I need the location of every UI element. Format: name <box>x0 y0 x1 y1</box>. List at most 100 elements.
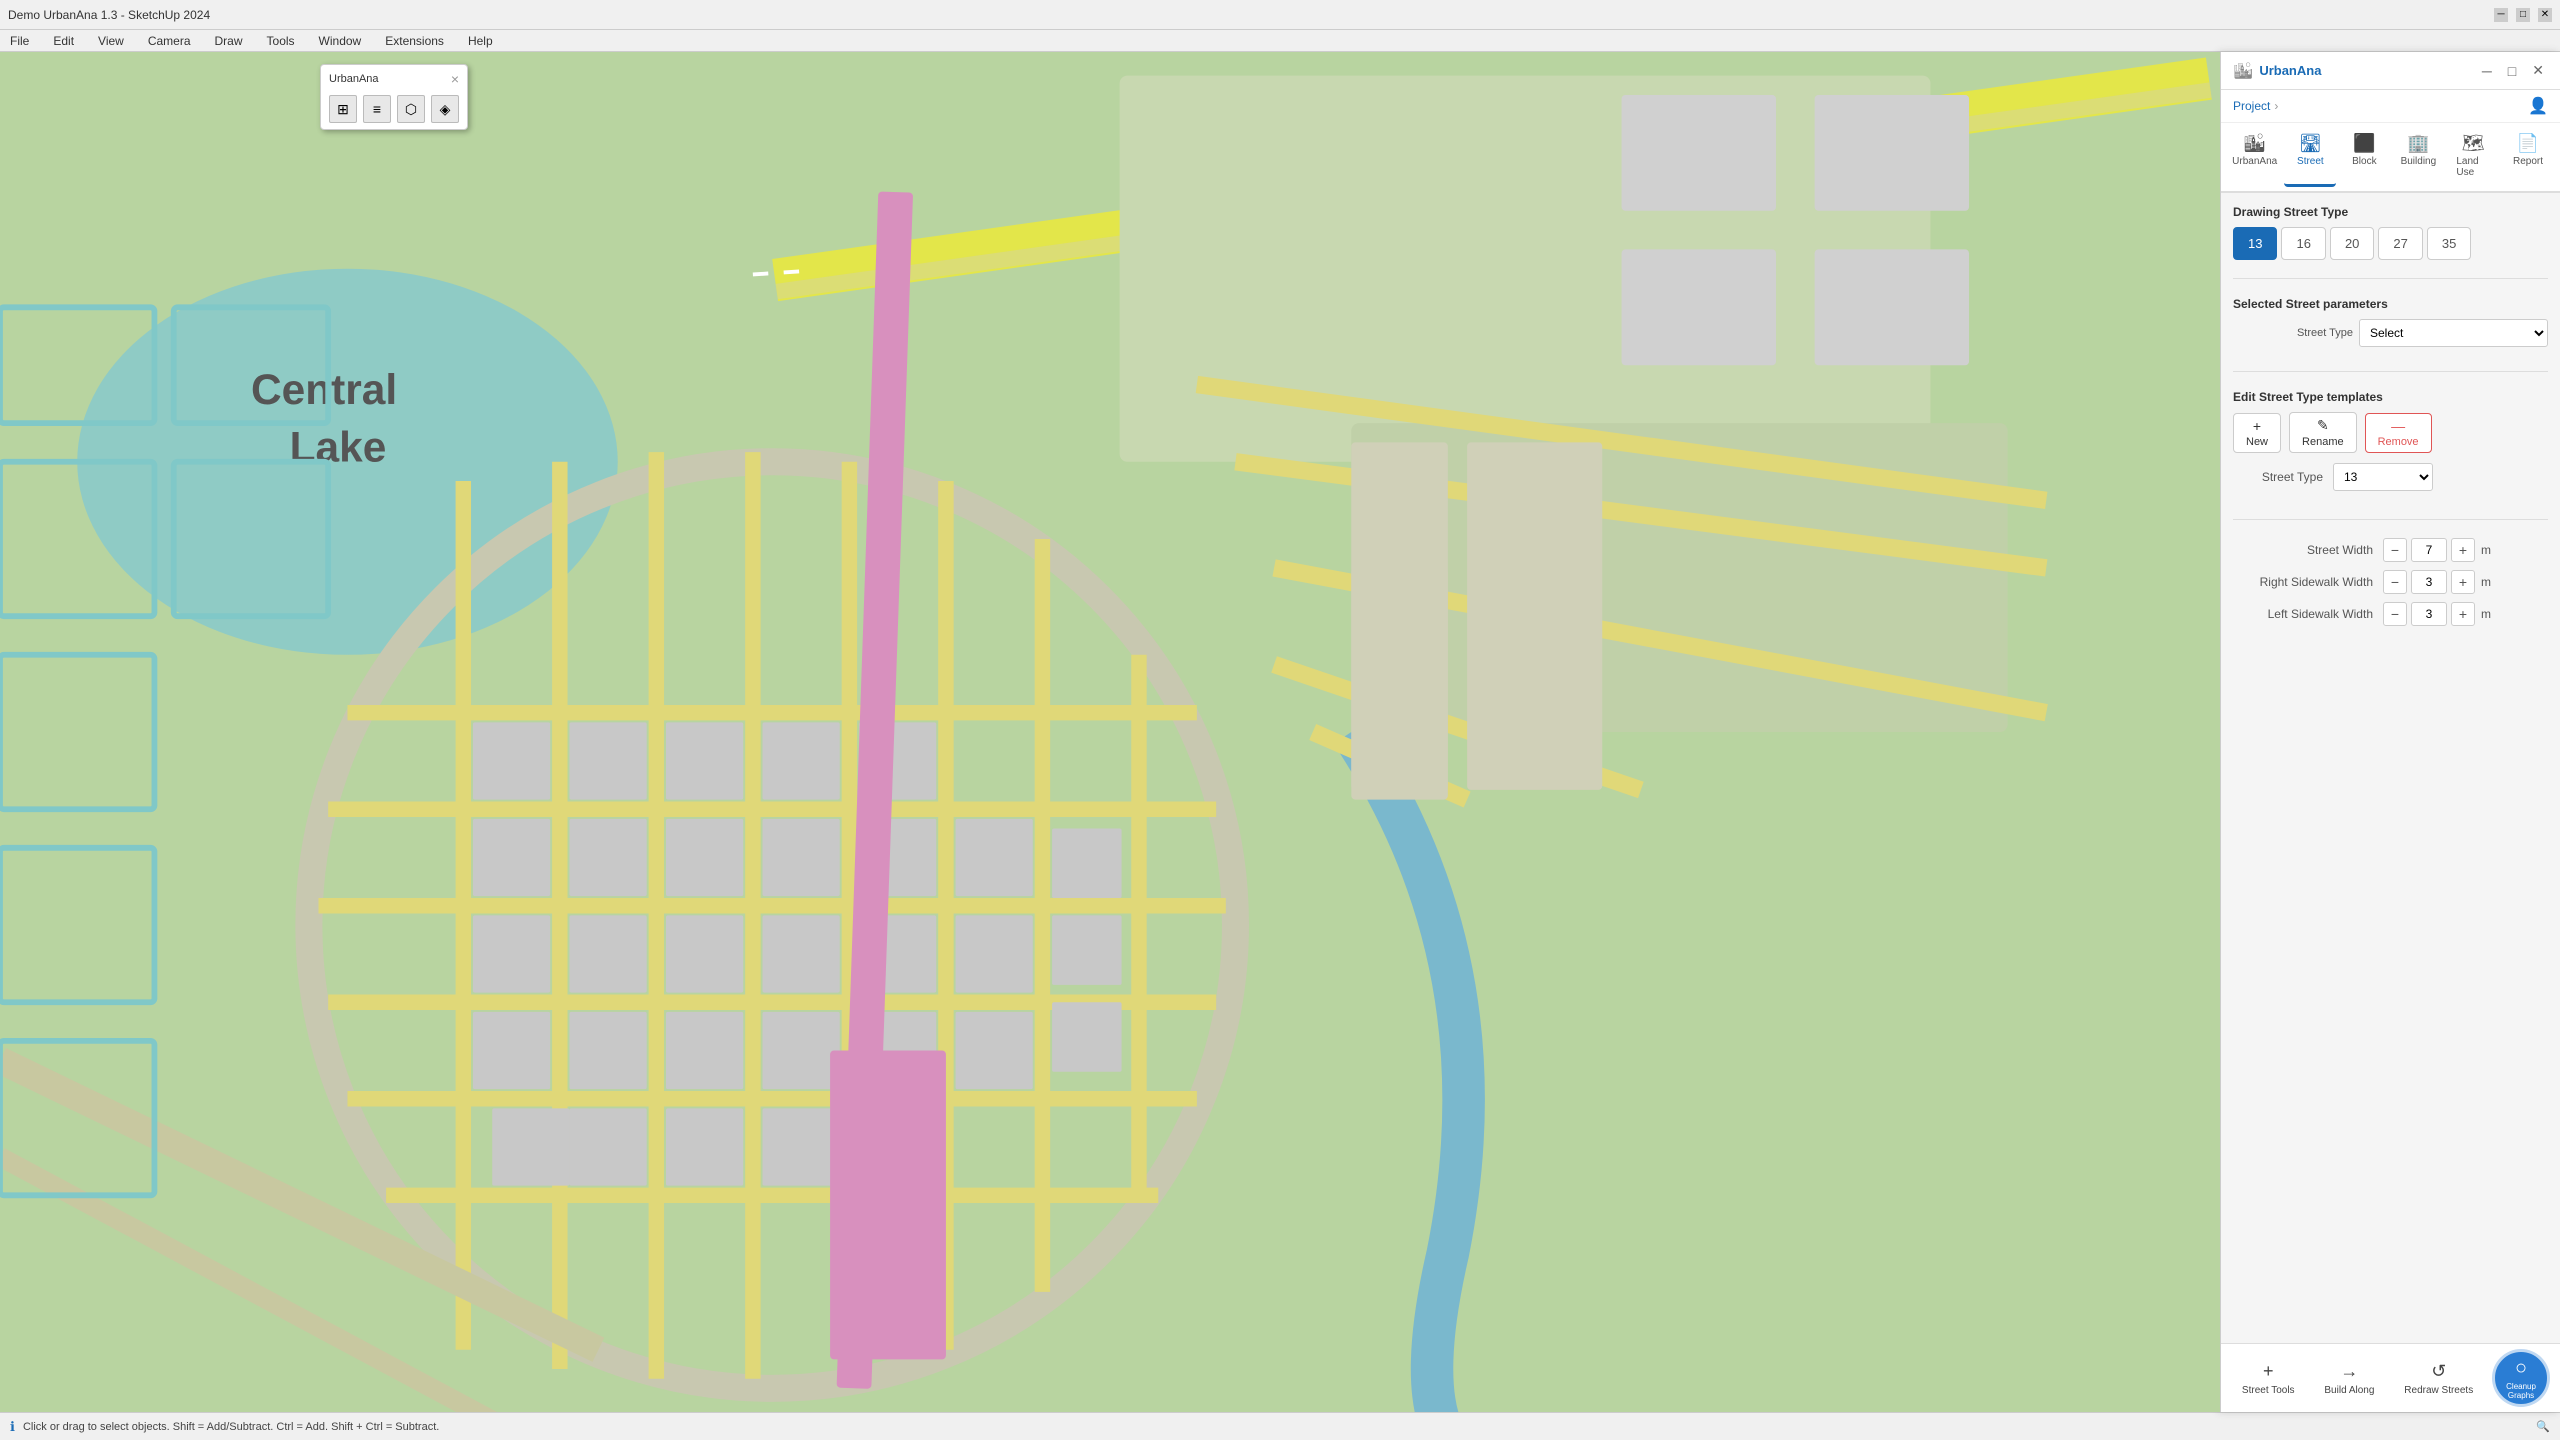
panel-maximize-button[interactable]: □ <box>2504 60 2520 81</box>
right-sidewalk-controls: − + m <box>2383 570 2491 594</box>
new-template-icon: + <box>2253 418 2261 434</box>
report-icon: 📄 <box>2517 133 2539 154</box>
rename-template-label: Rename <box>2302 436 2344 448</box>
panel-minimize-button[interactable]: ─ <box>2478 60 2496 81</box>
map-svg: Central Lake E/ W Boulevard <box>0 52 2220 1412</box>
street-type-row: 13 16 20 27 35 <box>2233 227 2548 260</box>
status-right: 🔍 <box>2536 1420 2550 1433</box>
layers-icon[interactable]: ≡ <box>363 95 391 123</box>
svg-text:Central: Central <box>251 366 397 413</box>
redraw-streets-icon: ↺ <box>2431 1361 2446 1382</box>
right-sidewalk-label: Right Sidewalk Width <box>2233 575 2373 589</box>
nav-label-land-use: Land Use <box>2456 156 2490 178</box>
selected-street-section: Selected Street parameters Street Type S… <box>2233 297 2548 353</box>
menu-extensions[interactable]: Extensions <box>379 34 450 48</box>
status-search[interactable]: 🔍 <box>2536 1420 2550 1433</box>
nav-label-building: Building <box>2401 156 2437 167</box>
rename-template-button[interactable]: ✎ Rename <box>2289 412 2357 453</box>
street-width-controls: − + m <box>2383 538 2491 562</box>
redraw-streets-button[interactable]: ↺ Redraw Streets <box>2396 1357 2481 1400</box>
minimize-button[interactable]: ─ <box>2494 8 2508 22</box>
drawing-street-type-title: Drawing Street Type <box>2233 205 2548 219</box>
panel-content: Drawing Street Type 13 16 20 27 35 Selec… <box>2221 193 2560 1343</box>
right-sidewalk-increment[interactable]: + <box>2451 570 2475 594</box>
build-along-button[interactable]: → Build Along <box>2316 1357 2382 1400</box>
remove-template-button[interactable]: — Remove <box>2365 413 2432 453</box>
street-width-increment[interactable]: + <box>2451 538 2475 562</box>
street-type-btn-13[interactable]: 13 <box>2233 227 2277 260</box>
template-street-type-select[interactable]: 13 16 20 27 35 <box>2333 463 2433 491</box>
new-template-label: New <box>2246 436 2268 448</box>
street-tools-label: Street Tools <box>2242 1385 2295 1396</box>
right-sidewalk-decrement[interactable]: − <box>2383 570 2407 594</box>
remove-template-label: Remove <box>2378 436 2419 448</box>
street-type-btn-27[interactable]: 27 <box>2378 227 2422 260</box>
street-type-btn-16[interactable]: 16 <box>2281 227 2325 260</box>
street-type-select-row: Street Type 13 16 20 27 35 <box>2233 463 2548 491</box>
redraw-streets-label: Redraw Streets <box>2404 1385 2473 1396</box>
template-btn-row: + New ✎ Rename — Remove <box>2233 412 2548 453</box>
title-bar: Demo UrbanAna 1.3 - SketchUp 2024 ─ □ ✕ <box>0 0 2560 30</box>
nav-item-building[interactable]: 🏢 Building <box>2392 127 2444 187</box>
left-sidewalk-decrement[interactable]: − <box>2383 602 2407 626</box>
cube-icon[interactable]: ⬡ <box>397 95 425 123</box>
divider-1 <box>2233 278 2548 279</box>
nav-item-land-use[interactable]: 🗺 Land Use <box>2446 127 2500 187</box>
status-bar: ℹ Click or drag to select objects. Shift… <box>0 1412 2560 1440</box>
drawing-street-type-section: Drawing Street Type 13 16 20 27 35 <box>2233 205 2548 260</box>
street-type-btn-35[interactable]: 35 <box>2427 227 2471 260</box>
app-title: Demo UrbanAna 1.3 - SketchUp 2024 <box>8 8 2494 22</box>
building-icon: 🏢 <box>2407 133 2429 154</box>
close-button[interactable]: ✕ <box>2538 8 2552 22</box>
street-type-select[interactable]: Select 13 16 20 27 35 <box>2359 319 2548 347</box>
right-sidewalk-unit: m <box>2481 575 2491 589</box>
edit-templates-section: Edit Street Type templates + New ✎ Renam… <box>2233 390 2548 501</box>
bottom-toolbar: + Street Tools → Build Along ↺ Redraw St… <box>2221 1343 2560 1412</box>
map-area[interactable]: Central Lake E/ W Boulevard <box>0 52 2220 1412</box>
breadcrumb-project[interactable]: Project <box>2233 99 2270 113</box>
menu-draw[interactable]: Draw <box>209 34 249 48</box>
float-toolbar-close[interactable]: × <box>451 71 459 87</box>
street-tools-button[interactable]: + Street Tools <box>2234 1357 2303 1400</box>
nav-item-urbana[interactable]: 🏙 UrbanAna <box>2227 127 2282 187</box>
street-width-decrement[interactable]: − <box>2383 538 2407 562</box>
cleanup-graphs-button[interactable]: ○ Cleanup Graphs <box>2495 1352 2547 1404</box>
menu-edit[interactable]: Edit <box>47 34 80 48</box>
nav-item-street[interactable]: 🛣 Street <box>2284 127 2336 187</box>
nav-label-report: Report <box>2513 156 2543 167</box>
build-along-label: Build Along <box>2324 1385 2374 1396</box>
shape-icon[interactable]: ◈ <box>431 95 459 123</box>
menu-file[interactable]: File <box>4 34 35 48</box>
st-type-label: Street Type <box>2233 470 2323 484</box>
build-along-icon: → <box>2340 1361 2358 1382</box>
selected-street-title: Selected Street parameters <box>2233 297 2548 311</box>
breadcrumb-separator: › <box>2274 99 2278 113</box>
left-sidewalk-unit: m <box>2481 607 2491 621</box>
street-width-input[interactable] <box>2411 538 2447 562</box>
divider-2 <box>2233 371 2548 372</box>
menu-window[interactable]: Window <box>313 34 368 48</box>
panel-close-button[interactable]: ✕ <box>2528 60 2548 81</box>
float-toolbar-label: UrbanAna <box>329 73 379 85</box>
menu-camera[interactable]: Camera <box>142 34 197 48</box>
nav-label-urbana: UrbanAna <box>2232 156 2277 167</box>
new-template-button[interactable]: + New <box>2233 413 2281 453</box>
user-icon: 👤 <box>2528 96 2548 116</box>
menu-help[interactable]: Help <box>462 34 499 48</box>
left-sidewalk-row: Left Sidewalk Width − + m <box>2233 602 2548 626</box>
street-width-unit: m <box>2481 543 2491 557</box>
window-controls: ─ □ ✕ <box>2494 8 2552 22</box>
street-type-btn-20[interactable]: 20 <box>2330 227 2374 260</box>
menu-view[interactable]: View <box>92 34 130 48</box>
left-sidewalk-input[interactable] <box>2411 602 2447 626</box>
right-sidewalk-row: Right Sidewalk Width − + m <box>2233 570 2548 594</box>
nav-item-report[interactable]: 📄 Report <box>2502 127 2554 187</box>
cleanup-graphs-label: Cleanup Graphs <box>2498 1382 2544 1400</box>
menu-tools[interactable]: Tools <box>261 34 301 48</box>
status-icon: ℹ <box>10 1419 15 1435</box>
right-sidewalk-input[interactable] <box>2411 570 2447 594</box>
maximize-button[interactable]: □ <box>2516 8 2530 22</box>
grid-icon[interactable]: ⊞ <box>329 95 357 123</box>
left-sidewalk-increment[interactable]: + <box>2451 602 2475 626</box>
nav-item-block[interactable]: ⬛ Block <box>2338 127 2390 187</box>
